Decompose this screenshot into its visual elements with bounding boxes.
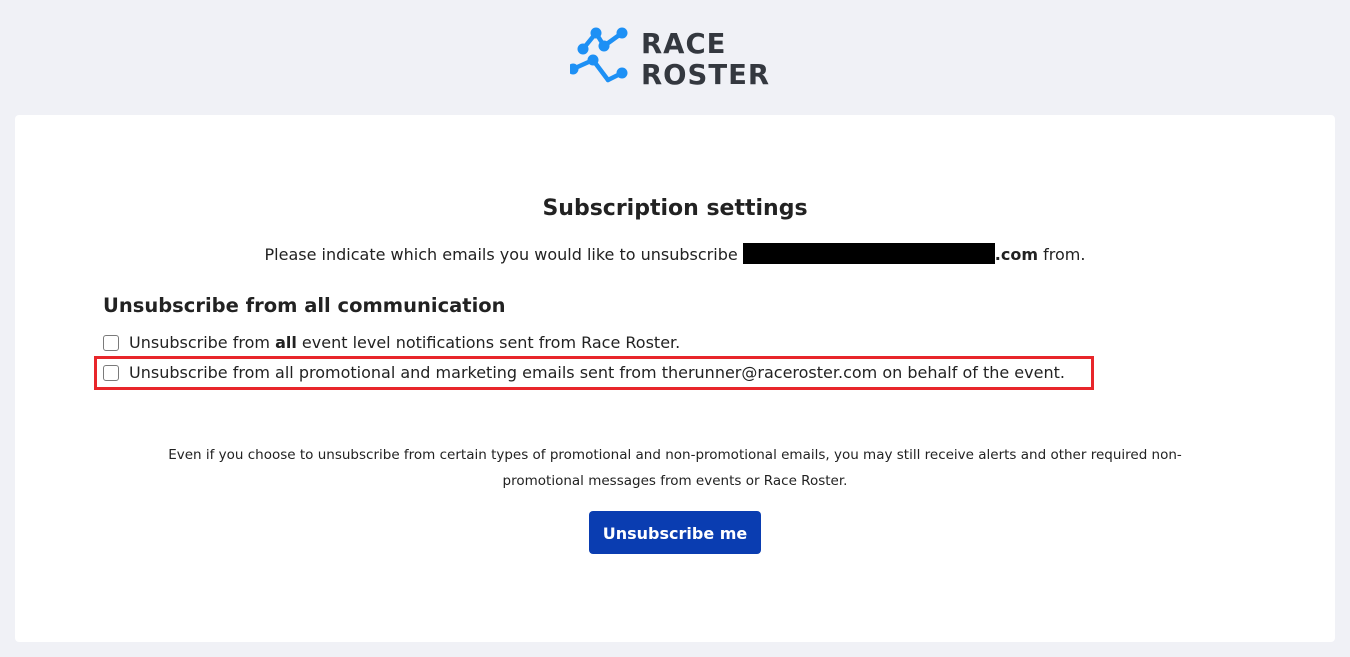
redacted-email	[742, 243, 995, 264]
logo-line-roster: ROSTER	[641, 59, 771, 91]
option-event-notifications[interactable]: Unsubscribe from all event level notific…	[103, 331, 680, 355]
page-title: Subscription settings	[542, 196, 808, 221]
option-label-before: Unsubscribe from	[129, 333, 270, 352]
unsubscribe-button[interactable]: Unsubscribe me	[589, 511, 761, 554]
disclaimer-note: Even if you choose to unsubscribe from c…	[168, 447, 1182, 489]
event-notifications-checkbox[interactable]	[103, 335, 119, 351]
logo-line-race: RACE	[641, 28, 727, 60]
subtitle-text-before: Please indicate which emails you would l…	[264, 245, 738, 264]
subtitle-text-after: from.	[1043, 245, 1086, 264]
option-label: Unsubscribe from all promotional and mar…	[129, 363, 1065, 382]
option-label-bold: all	[275, 333, 297, 352]
page-subtitle: Please indicate which emails you would l…	[15, 243, 1335, 267]
option-label-after: event level notifications sent from Race…	[301, 333, 681, 352]
page-header: RACE ROSTER	[0, 0, 1350, 115]
option-label: Unsubscribe from all event level notific…	[129, 331, 680, 355]
subscription-card: Subscription settings Please indicate wh…	[15, 115, 1335, 642]
race-roster-logo[interactable]: RACE ROSTER	[570, 27, 785, 91]
race-roster-logo-icon	[570, 27, 628, 83]
email-domain: .com	[994, 245, 1039, 264]
option-marketing-emails[interactable]: Unsubscribe from all promotional and mar…	[103, 361, 1065, 385]
section-heading: Unsubscribe from all communication	[103, 294, 506, 317]
marketing-emails-checkbox[interactable]	[103, 365, 119, 381]
logo-wordmark: RACE ROSTER	[641, 29, 770, 91]
